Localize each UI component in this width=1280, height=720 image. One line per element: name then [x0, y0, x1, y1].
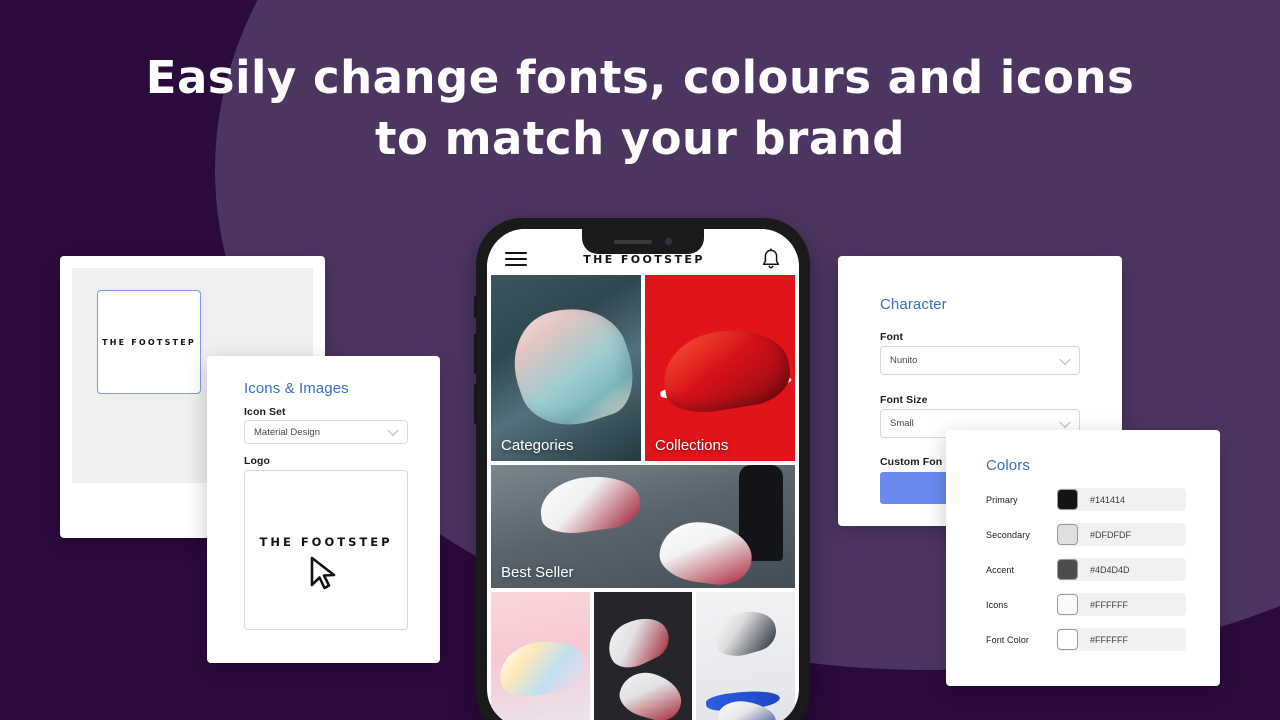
custom-font-label: Custom Fon — [880, 456, 943, 468]
color-hex-value: #FFFFFF — [1090, 599, 1128, 610]
headline-line-1: Easily change fonts, colours and icons — [145, 51, 1135, 104]
logo-dropzone-brandmark: THE FOOTSTEP — [259, 535, 393, 549]
bell-icon[interactable] — [761, 248, 781, 270]
font-label: Font — [880, 331, 904, 343]
color-hex-value: #4D4D4D — [1090, 564, 1130, 575]
color-swatch[interactable] — [1057, 524, 1078, 545]
color-row-label: Icons — [986, 599, 1009, 610]
colors-card: Colors Primary #141414 Secondary #DFDFDF Acc… — [946, 430, 1220, 686]
color-value-field[interactable]: #DFDFDF — [1057, 523, 1186, 546]
color-value-field[interactable]: #FFFFFF — [1057, 628, 1186, 651]
character-card-title: Character — [880, 296, 947, 313]
color-row-label: Secondary — [986, 529, 1030, 540]
product-thumbnail-1[interactable] — [491, 592, 590, 720]
color-hex-value: #FFFFFF — [1090, 634, 1128, 645]
tile-best-seller[interactable]: Best Seller — [491, 465, 795, 588]
app-grid-row-top: Categories Collections — [487, 275, 799, 461]
phone-notch — [582, 229, 704, 254]
app-title: THE FOOTSTEP — [583, 252, 705, 266]
color-value-field[interactable]: #FFFFFF — [1057, 593, 1186, 616]
color-row-label: Accent — [986, 564, 1015, 575]
font-value: Nunito — [890, 355, 918, 366]
earpiece-speaker — [614, 239, 652, 244]
color-row-label: Font Color — [986, 634, 1030, 645]
color-swatch[interactable] — [1057, 629, 1078, 650]
chevron-down-icon — [387, 424, 399, 437]
tile-collections[interactable]: Collections — [645, 275, 795, 461]
sneaker-image — [657, 321, 795, 419]
product-thumbnail-2[interactable] — [593, 592, 693, 720]
sneaker-image — [600, 608, 676, 676]
app-grid-row-bottom — [487, 592, 799, 720]
tile-categories[interactable]: Categories — [491, 275, 641, 461]
tile-categories-label: Categories — [501, 437, 574, 454]
color-hex-value: #141414 — [1090, 494, 1126, 505]
chevron-down-icon — [1059, 416, 1071, 428]
icon-set-select[interactable]: Material Design — [244, 420, 408, 444]
product-thumbnail-3[interactable] — [696, 592, 796, 720]
logo-preview-brandmark: THE FOOTSTEP — [102, 337, 196, 347]
color-row: Font Color #FFFFFF — [986, 628, 1186, 651]
phone-volume-up-button[interactable] — [474, 334, 477, 374]
color-row: Accent #4D4D4D — [986, 558, 1186, 581]
color-value-field[interactable]: #4D4D4D — [1057, 558, 1186, 581]
color-row: Primary #141414 — [986, 488, 1186, 511]
chevron-down-icon — [1059, 353, 1071, 365]
tile-best-seller-label: Best Seller — [501, 564, 574, 581]
app-content-grid: Categories Collections Best Seller — [487, 275, 799, 720]
sneaker-image — [499, 293, 641, 440]
color-swatch[interactable] — [1057, 489, 1078, 510]
logo-preview-box[interactable]: THE FOOTSTEP — [97, 290, 201, 394]
color-swatch[interactable] — [1057, 594, 1078, 615]
colors-row-list: Primary #141414 Secondary #DFDFDF Accent #4D4… — [986, 488, 1186, 663]
colors-card-title: Colors — [986, 457, 1030, 474]
phone-volume-down-button[interactable] — [474, 384, 477, 424]
icon-set-value: Material Design — [254, 426, 320, 438]
front-camera-icon — [665, 238, 672, 245]
color-row-label: Primary — [986, 494, 1018, 505]
sneaker-image — [494, 634, 590, 703]
icons-images-card-title: Icons & Images — [244, 380, 349, 397]
page-headline: Easily change fonts, colours and icons t… — [0, 48, 1280, 170]
color-hex-value: #DFDFDF — [1090, 529, 1131, 540]
color-swatch[interactable] — [1057, 559, 1078, 580]
tile-collections-label: Collections — [655, 437, 729, 454]
mouse-cursor-icon — [310, 556, 336, 590]
hamburger-menu-icon[interactable] — [505, 252, 527, 266]
logo-label: Logo — [244, 455, 271, 467]
color-value-field[interactable]: #141414 — [1057, 488, 1186, 511]
sneaker-image — [709, 603, 781, 662]
phone-mute-button[interactable] — [474, 296, 477, 318]
color-row: Secondary #DFDFDF — [986, 523, 1186, 546]
font-size-value: Small — [890, 418, 914, 429]
headline-line-2: to match your brand — [375, 111, 905, 165]
color-row: Icons #FFFFFF — [986, 593, 1186, 616]
logo-dropzone[interactable]: THE FOOTSTEP — [244, 470, 408, 630]
font-size-label: Font Size — [880, 394, 928, 406]
icon-set-label: Icon Set — [244, 406, 286, 418]
font-select[interactable]: Nunito — [880, 346, 1080, 375]
sneaker-image — [615, 666, 688, 720]
phone-mockup: THE FOOTSTEP Categories Collections Best… — [474, 218, 810, 720]
sneaker-image — [536, 470, 643, 538]
icons-and-images-card: Icons & Images Icon Set Material Design … — [207, 356, 440, 663]
phone-screen: THE FOOTSTEP Categories Collections Best… — [487, 229, 799, 720]
